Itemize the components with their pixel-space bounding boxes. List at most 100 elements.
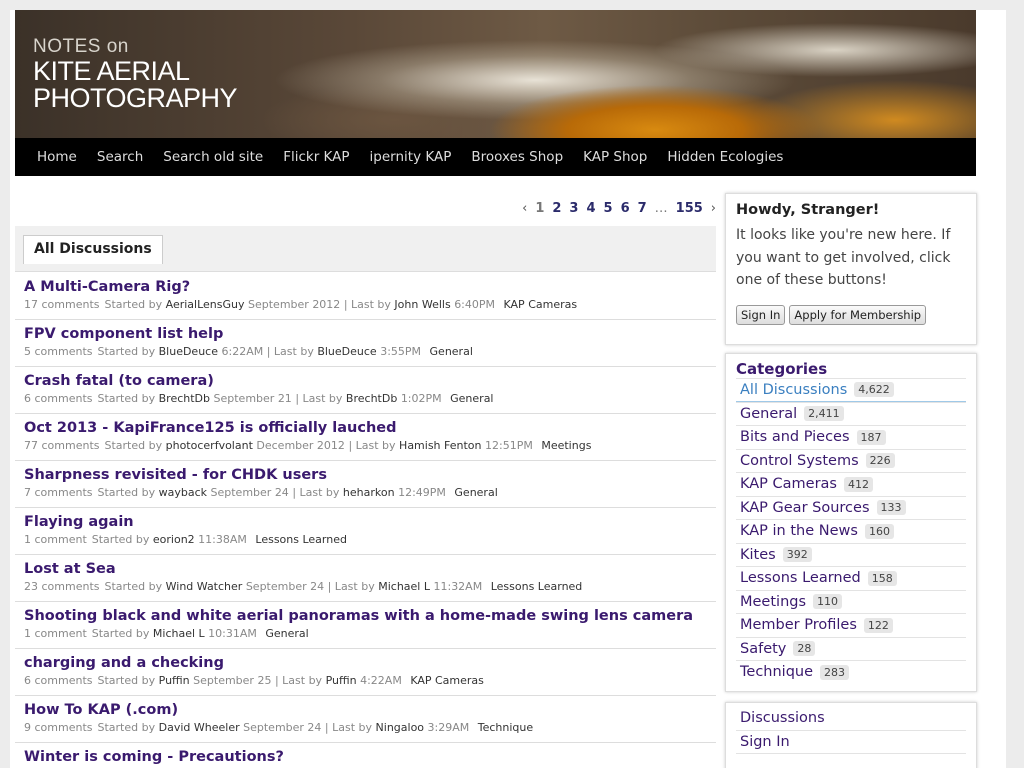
pager-page-current: 1 (535, 201, 545, 216)
discussion-category[interactable]: KAP Cameras (410, 674, 484, 687)
discussion-item[interactable]: charging and a checking 6 comments Started… (15, 649, 716, 696)
started-by-user[interactable]: Michael L (153, 627, 205, 640)
started-by-user[interactable]: wayback (159, 486, 207, 499)
category-name[interactable]: KAP in the News (740, 523, 858, 539)
category-item[interactable]: General 2,411 (736, 401, 966, 426)
discussion-item[interactable]: Shooting black and white aerial panorama… (15, 602, 716, 649)
pager-page[interactable]: 4 (582, 201, 599, 216)
nav-flickr-kap[interactable]: Flickr KAP (273, 149, 359, 165)
apply-membership-button[interactable]: Apply for Membership (789, 304, 927, 325)
last-by-user[interactable]: Ningaloo (376, 721, 425, 734)
category-item[interactable]: KAP Gear Sources 133 (736, 495, 966, 520)
discussion-title[interactable]: A Multi-Camera Rig? (24, 278, 707, 296)
category-name[interactable]: Bits and Pieces (740, 429, 850, 445)
category-name[interactable]: All Discussions (740, 382, 847, 398)
category-name[interactable]: General (740, 406, 797, 422)
discussion-category[interactable]: General (430, 345, 473, 358)
discussion-item[interactable]: Winter is coming - Precautions? (15, 743, 716, 768)
category-name[interactable]: Member Profiles (740, 617, 857, 633)
discussion-category[interactable]: KAP Cameras (504, 298, 578, 311)
category-name[interactable]: Control Systems (740, 453, 859, 469)
category-name[interactable]: Lessons Learned (740, 570, 861, 586)
nav-kap-shop[interactable]: KAP Shop (573, 149, 657, 165)
last-by-user[interactable]: Hamish Fenton (399, 439, 481, 452)
discussion-category[interactable]: General (265, 627, 308, 640)
started-by-user[interactable]: BlueDeuce (159, 345, 218, 358)
nav-brooxes-shop[interactable]: Brooxes Shop (461, 149, 573, 165)
category-item[interactable]: Meetings 110 (736, 589, 966, 614)
category-item[interactable]: Bits and Pieces 187 (736, 425, 966, 449)
discussion-category[interactable]: Lessons Learned (491, 580, 583, 593)
category-item[interactable]: Technique 283 (736, 660, 966, 684)
started-by-user[interactable]: Wind Watcher (166, 580, 243, 593)
category-item[interactable]: Safety 28 (736, 636, 966, 661)
discussion-category[interactable]: Lessons Learned (255, 533, 347, 546)
discussion-title[interactable]: How To KAP (.com) (24, 701, 707, 719)
category-item[interactable]: Control Systems 226 (736, 448, 966, 473)
pager-page[interactable]: 7 (634, 201, 651, 216)
pager-prev-icon[interactable]: ‹ (518, 201, 531, 216)
discussion-item[interactable]: Flaying again 1 comment Started by eorion2… (15, 508, 716, 555)
nav-hidden-ecologies[interactable]: Hidden Ecologies (657, 149, 793, 165)
discussion-item[interactable]: Lost at Sea 23 comments Started by Wind Wa… (15, 555, 716, 602)
started-by-user[interactable]: BrechtDb (159, 392, 210, 405)
discussion-category[interactable]: Technique (478, 721, 533, 734)
discussion-category[interactable]: General (454, 486, 497, 499)
discussion-title[interactable]: Shooting black and white aerial panorama… (24, 607, 707, 625)
category-item[interactable]: All Discussions 4,622 (736, 378, 966, 402)
nav-home[interactable]: Home (27, 149, 87, 165)
discussion-category[interactable]: General (450, 392, 493, 405)
link-sign-in[interactable]: Sign In (736, 731, 966, 754)
link-discussions[interactable]: Discussions (736, 707, 966, 731)
discussion-title[interactable]: FPV component list help (24, 325, 707, 343)
discussion-title[interactable]: Flaying again (24, 513, 707, 531)
category-item[interactable]: Member Profiles 122 (736, 613, 966, 637)
pager-page[interactable]: 6 (617, 201, 634, 216)
category-item[interactable]: KAP Cameras 412 (736, 472, 966, 496)
category-name[interactable]: Technique (740, 664, 813, 680)
pager-page-last[interactable]: 155 (672, 201, 707, 216)
started-by-user[interactable]: photocerfvolant (166, 439, 253, 452)
discussion-title[interactable]: Oct 2013 - KapiFrance125 is officially l… (24, 419, 707, 437)
discussion-item[interactable]: Sharpness revisited - for CHDK users 7 co… (15, 461, 716, 508)
last-by-user[interactable]: Puffin (326, 674, 357, 687)
discussion-title[interactable]: Lost at Sea (24, 560, 707, 578)
nav-search-old-site[interactable]: Search old site (153, 149, 273, 165)
category-name[interactable]: KAP Cameras (740, 476, 837, 492)
started-by-user[interactable]: AerialLensGuy (166, 298, 245, 311)
discussion-category[interactable]: Meetings (541, 439, 591, 452)
category-item[interactable]: Lessons Learned 158 (736, 566, 966, 590)
category-name[interactable]: Safety (740, 641, 786, 657)
discussion-item[interactable]: A Multi-Camera Rig? 17 comments Started by… (15, 273, 716, 320)
discussion-title[interactable]: Winter is coming - Precautions? (24, 748, 707, 766)
last-by-user[interactable]: BrechtDb (346, 392, 397, 405)
category-name[interactable]: KAP Gear Sources (740, 500, 870, 516)
discussion-title[interactable]: Sharpness revisited - for CHDK users (24, 466, 707, 484)
last-by-user[interactable]: BlueDeuce (317, 345, 376, 358)
discussion-item[interactable]: How To KAP (.com) 9 comments Started by Da… (15, 696, 716, 743)
pager-page[interactable]: 5 (600, 201, 617, 216)
started-by-user[interactable]: eorion2 (153, 533, 195, 546)
nav-ipernity-kap[interactable]: ipernity KAP (360, 149, 462, 165)
discussion-title[interactable]: charging and a checking (24, 654, 707, 672)
started-by-user[interactable]: Puffin (159, 674, 190, 687)
last-by-user[interactable]: Michael L (378, 580, 430, 593)
sign-in-button[interactable]: Sign In (736, 304, 786, 325)
discussion-title[interactable]: Crash fatal (to camera) (24, 372, 707, 390)
category-name[interactable]: Meetings (740, 594, 806, 610)
tab-all-discussions[interactable]: All Discussions (23, 235, 163, 264)
pager-next-icon[interactable]: › (707, 201, 720, 216)
nav-search[interactable]: Search (87, 149, 153, 165)
pager-page[interactable]: 3 (565, 201, 582, 216)
category-item[interactable]: Kites 392 (736, 542, 966, 567)
last-by-user[interactable]: heharkon (343, 486, 395, 499)
discussion-item[interactable]: Oct 2013 - KapiFrance125 is officially l… (15, 414, 716, 461)
discussion-item[interactable]: FPV component list help 5 comments Started… (15, 320, 716, 367)
pager-page[interactable]: 2 (548, 201, 565, 216)
discussion-item[interactable]: Crash fatal (to camera) 6 comments Started… (15, 367, 716, 414)
site-banner[interactable]: NOTES on KITE AERIAL PHOTOGRAPHY (15, 10, 976, 138)
started-by-user[interactable]: David Wheeler (159, 721, 240, 734)
last-by-user[interactable]: John Wells (394, 298, 450, 311)
category-name[interactable]: Kites (740, 547, 776, 563)
category-item[interactable]: KAP in the News 160 (736, 519, 966, 543)
